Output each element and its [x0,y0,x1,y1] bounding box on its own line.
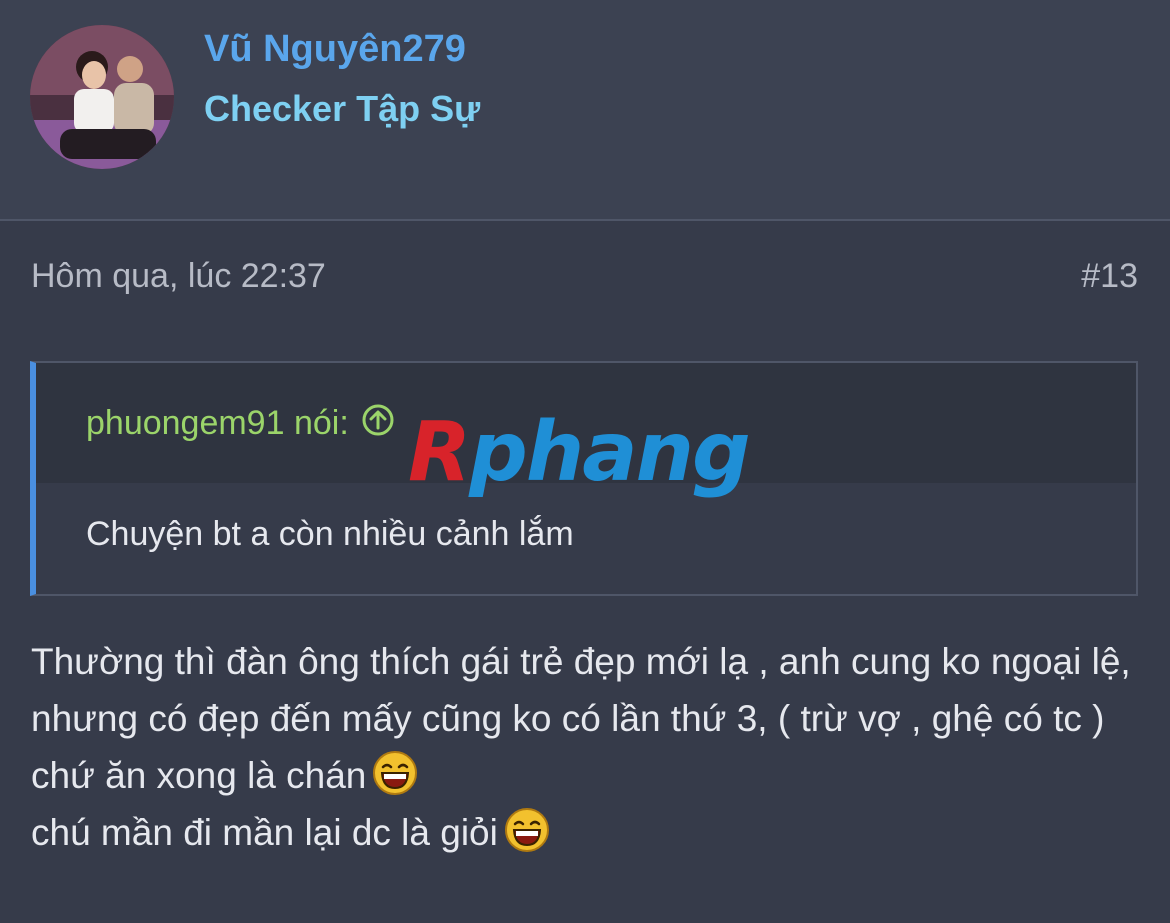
quote-author[interactable]: phuongem91 nói: [86,403,395,446]
user-title: Checker Tập Sự [204,88,481,129]
post-number[interactable]: #13 [1081,257,1138,296]
message-line-1: Thường thì đàn ông thích gái trẻ đẹp mới… [31,641,1131,796]
laughing-emoji-icon [504,807,550,853]
message-paragraph-2: chú mần đi mần lại dc là giỏi [31,804,1141,861]
post: Hôm qua, lúc 22:37 #13 phuongem91 nói: C… [0,221,1170,923]
quote-jump-arrow-icon[interactable] [361,403,395,446]
post-message: Thường thì đàn ông thích gái trẻ đẹp mới… [31,633,1141,861]
watermark-logo-rest: phang [469,405,750,500]
quote-text: Chuyện bt a còn nhiều cảnh lắm [86,515,574,553]
avatar[interactable] [30,25,174,169]
laughing-emoji-icon [372,750,418,796]
quote-author-label: phuongem91 nói: [86,404,349,442]
watermark-logo-r: R [408,405,471,500]
message-paragraph-1: Thường thì đàn ông thích gái trẻ đẹp mới… [31,633,1141,804]
post-timestamp[interactable]: Hôm qua, lúc 22:37 [31,257,326,296]
watermark-logo: Rphang [408,412,751,494]
username[interactable]: Vũ Nguyên279 [204,28,466,71]
message-line-2: chú mần đi mần lại dc là giỏi [31,812,498,853]
user-header: Vũ Nguyên279 Checker Tập Sự [0,0,1170,221]
